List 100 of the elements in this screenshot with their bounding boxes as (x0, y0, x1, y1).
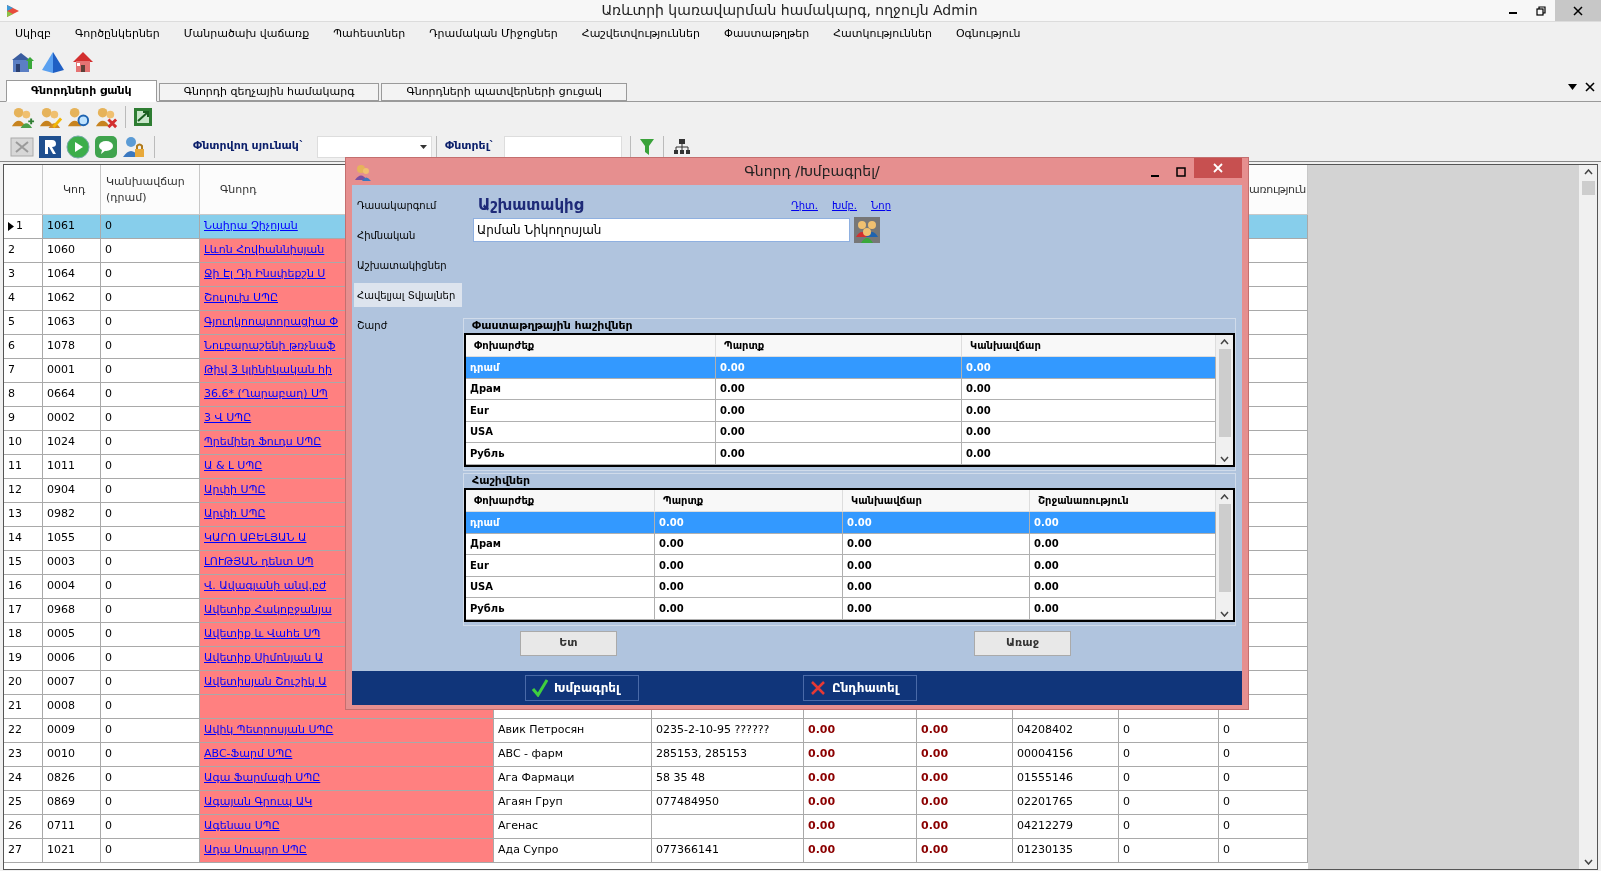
customer-link[interactable]: Ա & Լ ՍՊԸ (204, 458, 263, 475)
employee-field[interactable]: Արման Նիկողոսյան (473, 218, 850, 242)
table-cell: 0.00 (1030, 555, 1216, 577)
menu-item[interactable]: Պահեստներ (333, 25, 406, 43)
scrollbar[interactable] (1579, 165, 1597, 869)
dropdown-arrow-icon (420, 144, 427, 149)
refresh-icon[interactable] (38, 134, 62, 159)
nav-item[interactable]: Շարժ (354, 313, 462, 337)
scrollbar[interactable] (1216, 490, 1233, 620)
scrollbar-thumb[interactable] (1218, 349, 1231, 437)
tab[interactable]: Գնորդի զեղչային համակարգ (158, 83, 380, 101)
customer-link[interactable]: Ջի Էլ Դի Ինսփեքշն Ս (204, 266, 326, 283)
customer-link[interactable]: Պրեմիեր Ֆուդս ՍՊԸ (204, 434, 322, 451)
row-number: 8 (8, 386, 15, 403)
people-icon[interactable] (854, 217, 880, 243)
row-number: 21 (8, 698, 22, 715)
tab[interactable]: Գնորդների պատվերների ցուցակ (381, 83, 628, 101)
table-cell: 1021 (43, 839, 101, 863)
tab[interactable]: Գնորդների ցանկ (6, 80, 157, 102)
scrollbar[interactable] (1216, 335, 1233, 465)
table-row[interactable]: USA 0.00 0.00 (466, 421, 1216, 443)
customer-link[interactable]: ԿԱՐՈ ԱԲԵԼՅԱՆ Ա (204, 530, 307, 547)
user-lock-icon[interactable] (122, 134, 146, 159)
table-row[interactable]: 23 0010 0 ABC-Ֆարմ ՍՊԸ ABC - фарм 285153, 285153 0.00 0.00 00004156 0 0 (4, 743, 1308, 767)
row-number: 3 (8, 266, 15, 283)
menu-item[interactable]: Հատկություններ (833, 25, 932, 43)
menu-item[interactable]: Մանրածախ վաճառք (183, 25, 310, 43)
menu-item[interactable]: Հաշվետվություններ (581, 25, 700, 43)
scrollbar-thumb[interactable] (1581, 181, 1595, 195)
customer-link[interactable]: Ագայան Գրուպ ԱԿ (204, 794, 313, 811)
customer-link[interactable]: Ավետիսյան Շուշիկ Ա (204, 674, 327, 691)
customer-link[interactable]: Գյուղկոոպտորացիա Փ (204, 314, 339, 331)
menu-item[interactable]: Գործընկերներ (74, 25, 160, 43)
row-number: 24 (8, 770, 22, 787)
close-button[interactable] (1194, 158, 1242, 178)
customer-link[interactable]: Արփի ՍՊԸ (204, 506, 266, 523)
back-button[interactable]: Ետ (520, 630, 617, 656)
nav-item[interactable]: Հավելյալ Տվյալներ (354, 283, 462, 307)
edit-button[interactable]: Խմբագրել (525, 675, 639, 701)
table-row[interactable]: Рубль 0.00 0.00 (466, 443, 1216, 465)
customer-link[interactable]: Արփի ՍՊԸ (204, 482, 266, 499)
table-row[interactable]: Драм 0.00 0.00 0.00 (466, 533, 1216, 555)
minimize-icon (1509, 12, 1517, 14)
customer-link[interactable]: Նաիրա Չիչոյան (204, 218, 298, 235)
forward-button[interactable]: Առաջ (974, 630, 1071, 656)
customer-link[interactable]: Նուբարաշենի թռչնաֆ (204, 338, 336, 355)
table-row[interactable]: Eur 0.00 0.00 (466, 400, 1216, 422)
menu-item[interactable]: Փաստաթղթեր (723, 25, 810, 43)
customer-link[interactable]: Վ. Ավագյանի անվ.բժ (204, 578, 327, 595)
menu-item[interactable]: Սկիզբ (15, 25, 51, 43)
customer-link[interactable]: Ավետիք Հակոբջանյա (204, 602, 332, 619)
app-logo-icon (6, 3, 20, 18)
hierarchy-icon[interactable] (674, 138, 690, 155)
nav-item[interactable]: Հիմնական (354, 223, 462, 247)
dropdown-icon[interactable] (1568, 84, 1577, 90)
scroll-up-icon (1220, 339, 1229, 345)
customer-link[interactable]: Ադա Սուպրո ՍՊԸ (204, 842, 307, 859)
table-cell: 0.00 (1030, 512, 1216, 534)
table-row[interactable]: 26 0711 0 Ագենաս ՍՊԸ Агенас 0.00 0.00 04212279 0 0 (4, 815, 1308, 839)
customer-link[interactable]: Ագենաս ՍՊԸ (204, 818, 280, 835)
table-row[interactable]: 22 0009 0 Ավիկ Պետրոսյան ՍՊԸ Авик Петросян 0235-2-10-95 ?????? 0.00 0.00 04208402 0 0 (4, 719, 1308, 743)
table-row[interactable]: 27 1021 0 Ադա Սուպրո ՍՊԸ Ада Супро 077366141 0.00 0.00 01230135 0 0 (4, 839, 1308, 863)
customer-link[interactable]: Թիվ 3 կլինիկական հի (204, 362, 333, 379)
customer-link[interactable]: Լևոն Հովհաննիսյան (204, 242, 325, 259)
search-field[interactable] (504, 135, 622, 158)
customer-link[interactable]: Շուլուխ ՍՊԸ (204, 290, 278, 307)
spreadsheet-export-icon[interactable] (132, 106, 154, 128)
table-row[interactable]: Eur 0.00 0.00 0.00 (466, 555, 1216, 577)
checkmark-icon (532, 679, 548, 697)
table-row[interactable]: USA 0.00 0.00 0.00 (466, 576, 1216, 598)
close-icon[interactable] (1585, 82, 1595, 92)
nav-item[interactable]: Աշխատակիցներ (354, 253, 462, 277)
link[interactable]: Նոր (871, 197, 891, 213)
table-row[interactable]: Драм 0.00 0.00 (466, 378, 1216, 400)
customers-icon (354, 162, 372, 181)
message-icon[interactable] (94, 134, 118, 159)
table-row[interactable]: 24 0826 0 Ագա Ֆարմացի ՍՊԸ Ага Фармаци 58 35 48 0.00 0.00 01555146 0 0 (4, 767, 1308, 791)
table-cell: Eur (466, 400, 716, 422)
table-row[interactable]: Рубль 0.00 0.00 0.00 (466, 598, 1216, 620)
customer-link[interactable]: ԼՈՒԹՅԱՆ դենտ ՍՊ (204, 554, 314, 571)
customer-link[interactable]: Ավետիք Սիմոնյան Ա (204, 650, 324, 667)
customer-link[interactable]: 3 Վ ՍՊԸ (204, 410, 252, 427)
customer-link[interactable]: Ավետիք և Վահե ՍՊ (204, 626, 321, 643)
table-cell: 0.00 (843, 555, 1030, 577)
close-button[interactable] (1555, 0, 1601, 21)
table-row[interactable]: 25 0869 0 Ագայան Գրուպ ԱԿ Агаян Груп 077484950 0.00 0.00 02201765 0 0 (4, 791, 1308, 815)
search-column-dropdown[interactable] (317, 135, 432, 158)
menu-item[interactable]: Դրամական Միջոցներ (429, 25, 558, 43)
nav-item[interactable]: Դասակարգում (354, 193, 462, 217)
cancel-button[interactable]: Ընդհատել (803, 675, 917, 701)
menu-item[interactable]: Օգնություն (955, 25, 1021, 43)
link[interactable]: Խմբ. (831, 197, 858, 213)
link[interactable]: Դիտ. (791, 197, 818, 213)
table-cell: 0.00 (804, 839, 917, 863)
customer-link[interactable]: ABC-Ֆարմ ՍՊԸ (204, 746, 293, 763)
filter-icon[interactable] (639, 137, 655, 156)
customer-link[interactable]: 36.6* (Ղարաբաղ) ՍՊ (204, 386, 328, 403)
scrollbar-thumb[interactable] (1218, 504, 1231, 592)
customer-link[interactable]: Ագա Ֆարմացի ՍՊԸ (204, 770, 321, 787)
customer-link[interactable]: Ավիկ Պետրոսյան ՍՊԸ (204, 722, 334, 739)
